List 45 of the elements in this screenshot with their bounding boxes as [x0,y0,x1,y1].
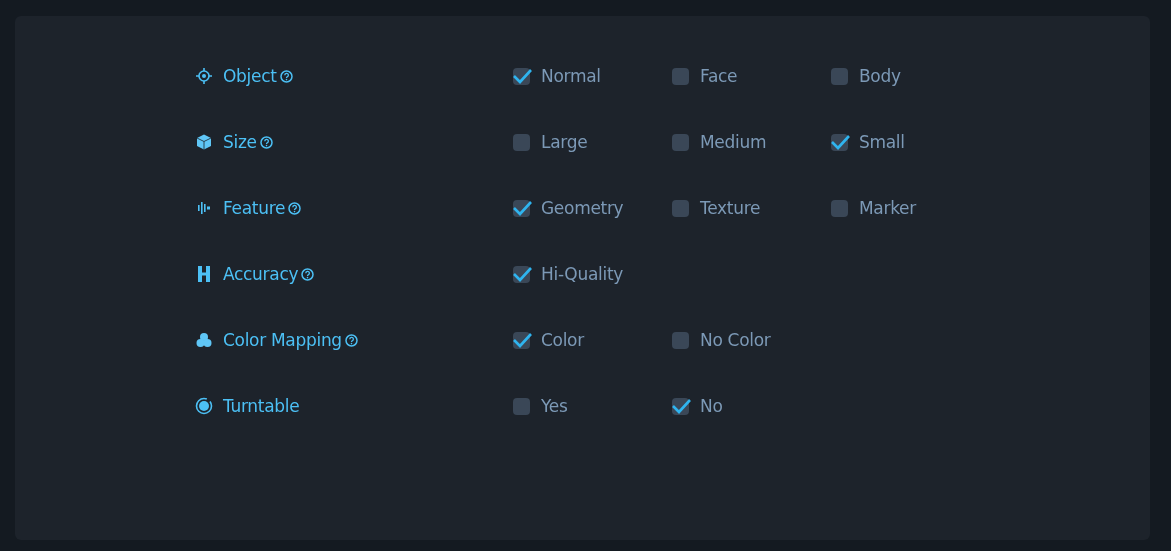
option-label: Large [541,132,588,152]
option-label: Yes [541,396,568,416]
three-circles-icon [195,331,213,349]
checkbox[interactable] [672,199,689,217]
checkbox[interactable] [513,397,530,415]
help-icon[interactable] [279,69,293,83]
setting-label: Size [223,132,257,152]
help-icon[interactable] [259,135,273,149]
checkbox[interactable] [672,67,689,85]
option-label: Color [541,330,584,350]
setting-label: Feature [223,198,286,218]
ring-icon [195,397,213,415]
option-label: Marker [859,198,916,218]
checkbox[interactable] [672,331,689,349]
option-label: Texture [700,198,761,218]
option-label: Small [859,132,905,152]
option-label: Geometry [541,198,624,218]
setting-label: Color Mapping [223,330,342,350]
option-label: No Color [700,330,771,350]
cube-icon [195,133,213,151]
option-label: Face [700,66,738,86]
setting-label: Turntable [223,396,300,416]
option-label: Hi-Quality [541,264,623,284]
checkbox[interactable] [672,133,689,151]
checkbox[interactable] [672,397,689,415]
checkbox[interactable] [513,199,530,217]
crosshair-icon [195,67,213,85]
setting-label: Accuracy [223,264,299,284]
help-icon[interactable] [301,267,315,281]
checkbox[interactable] [513,67,530,85]
option-label: No [700,396,723,416]
checkbox[interactable] [513,133,530,151]
checkbox[interactable] [831,67,848,85]
option-label: Normal [541,66,601,86]
option-label: Medium [700,132,767,152]
checkbox[interactable] [513,265,530,283]
checkbox[interactable] [831,199,848,217]
help-icon[interactable] [344,333,358,347]
setting-label: Object [223,66,277,86]
checkbox[interactable] [513,331,530,349]
letter-h-icon [195,265,213,283]
help-icon[interactable] [288,201,302,215]
waveform-icon [195,199,213,217]
option-label: Body [859,66,901,86]
checkbox[interactable] [831,133,848,151]
